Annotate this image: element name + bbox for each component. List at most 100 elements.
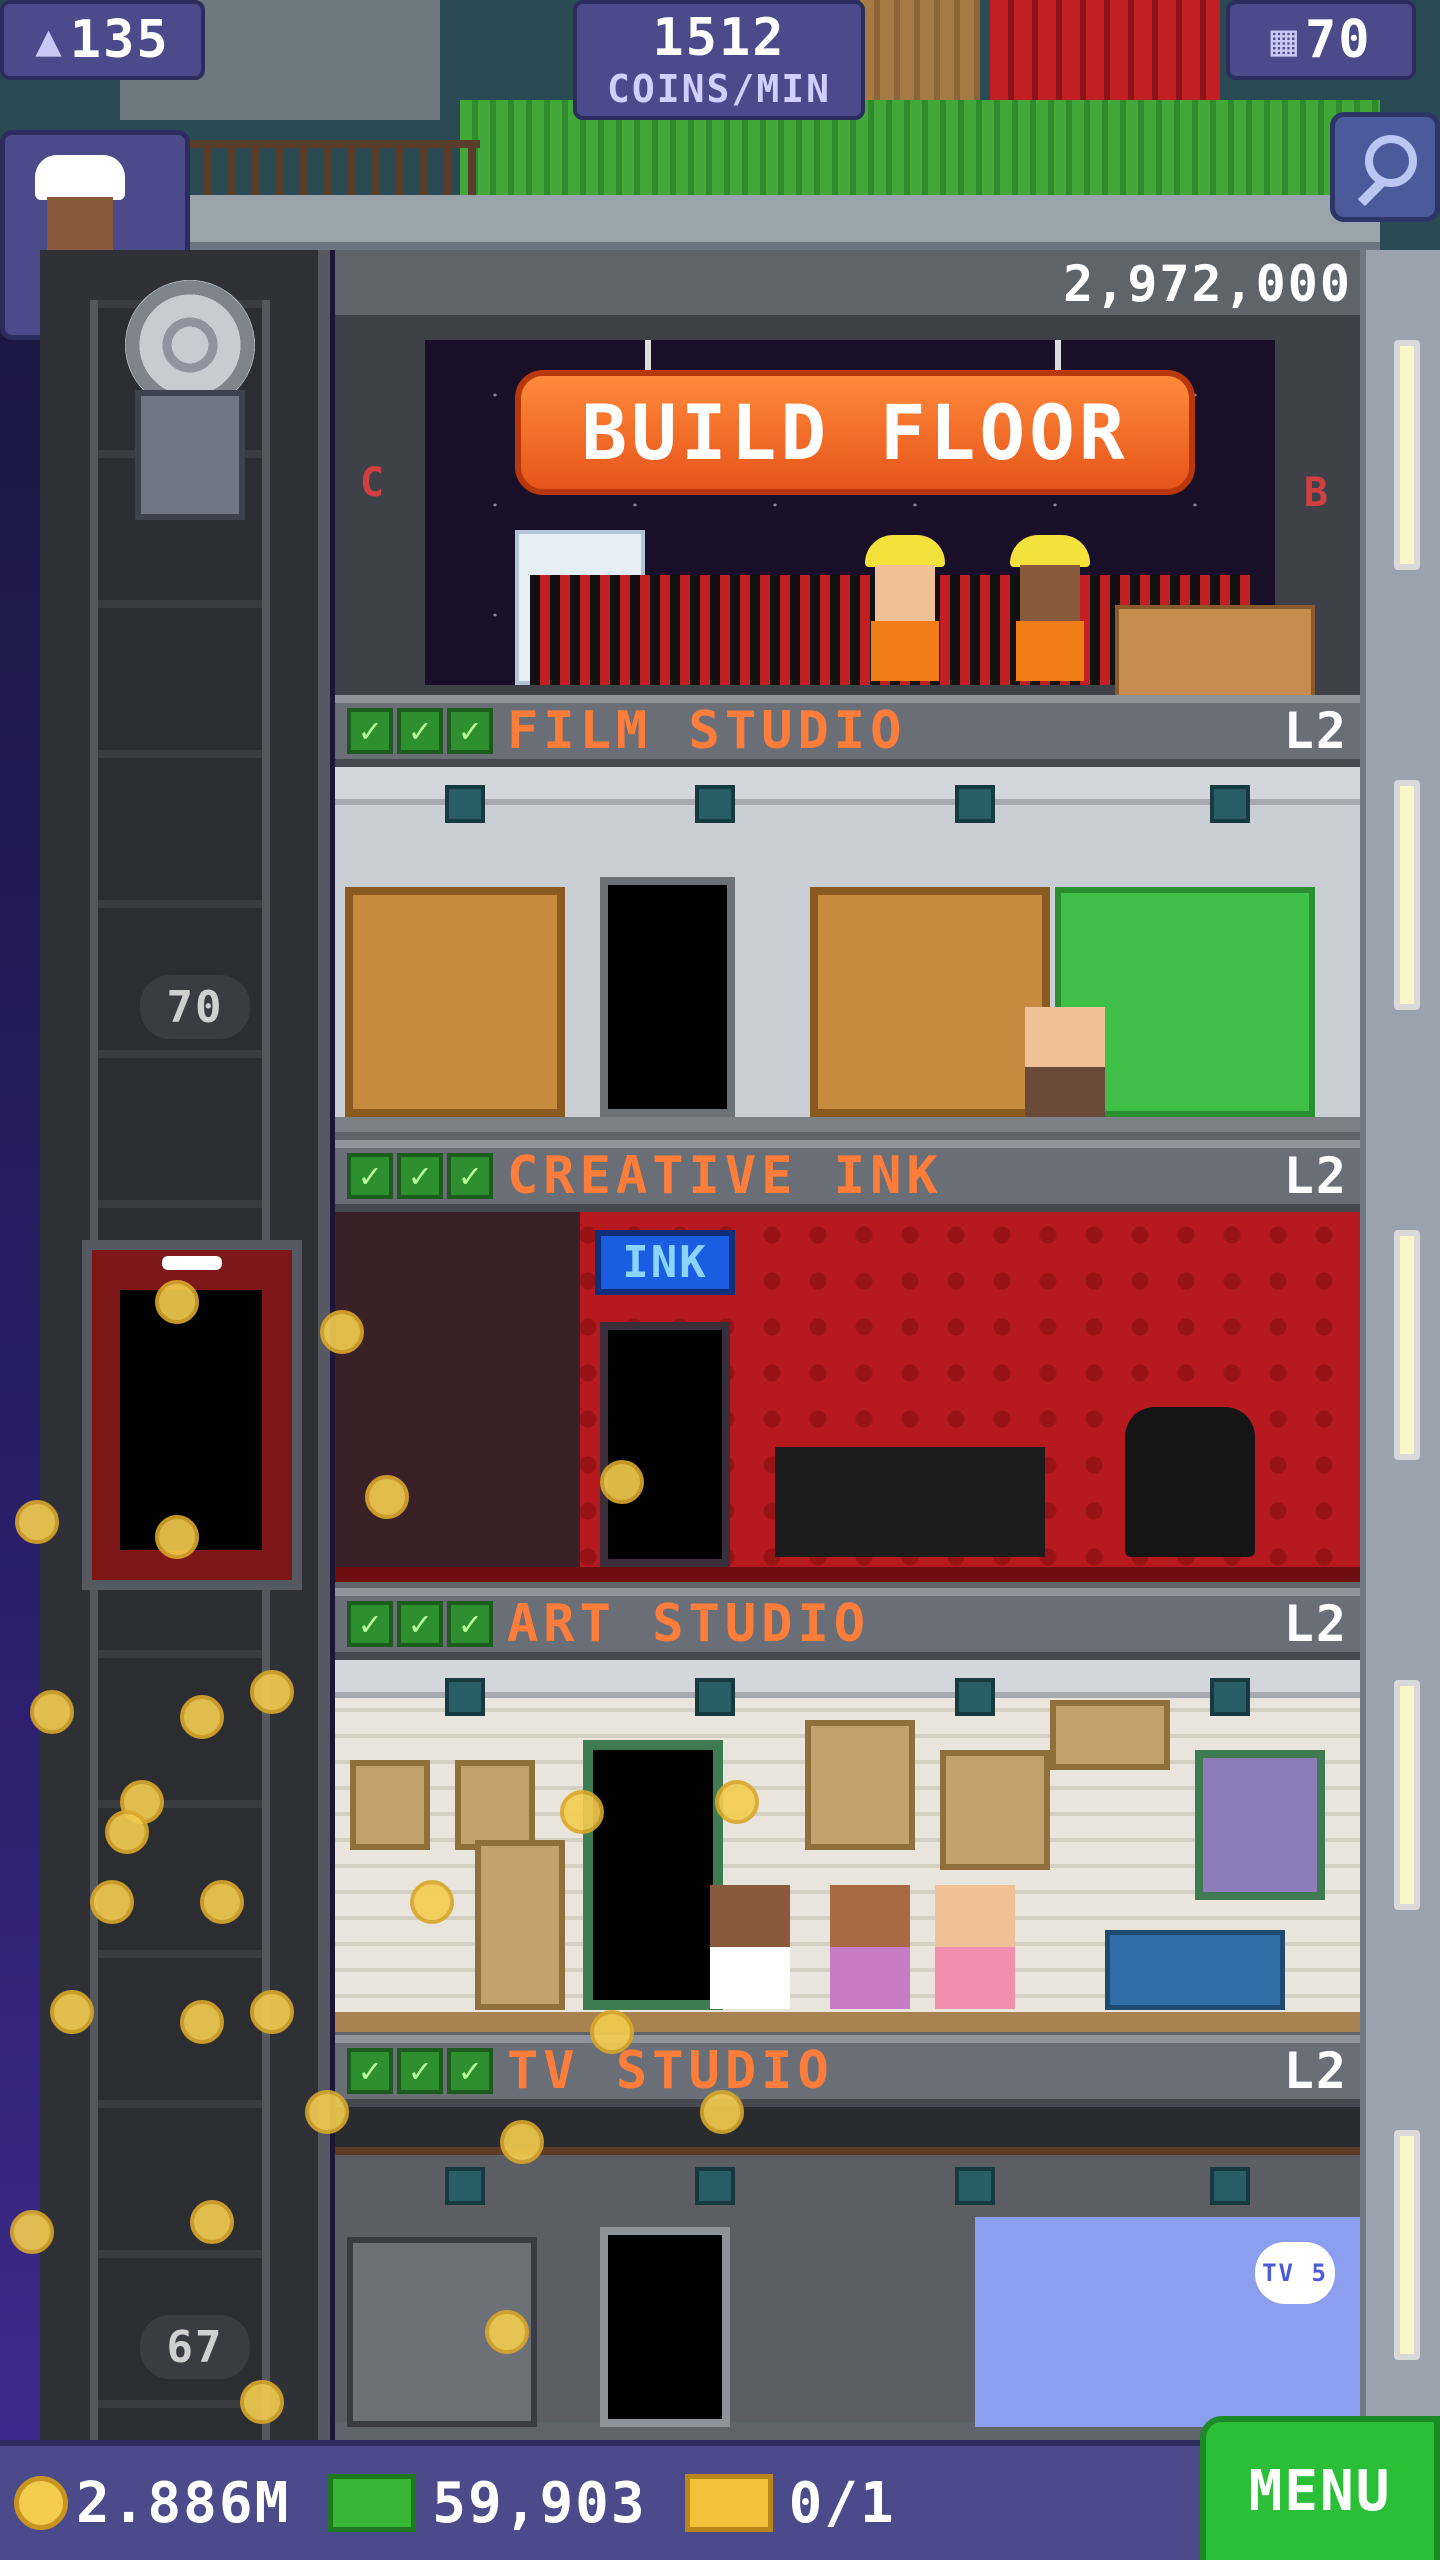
floor-door	[583, 1740, 723, 2010]
menu-button[interactable]: MENU	[1200, 2416, 1440, 2560]
motor-body	[135, 390, 245, 520]
wall-light	[1394, 2130, 1420, 2360]
floor-strip	[335, 1567, 1360, 1582]
bux-value: 59,903	[432, 2470, 647, 2536]
coin-icon	[715, 1780, 759, 1824]
ceiling-lamp	[445, 2167, 485, 2205]
construction-worker	[1010, 535, 1090, 685]
ceiling-lamp	[445, 785, 485, 823]
painting	[1050, 1700, 1170, 1770]
check-icon: ✓	[397, 2048, 443, 2094]
construction-worker	[865, 535, 945, 685]
floor-door	[600, 2227, 730, 2427]
check-icon: ✓	[347, 1153, 393, 1199]
painting	[475, 1840, 565, 2010]
floor-counter[interactable]: ▦ 70	[1226, 0, 1416, 80]
elevator-motor	[95, 280, 285, 580]
storage-cabinet	[810, 887, 1050, 1117]
check-icon: ✓	[447, 708, 493, 754]
ceiling-lamp	[955, 2167, 995, 2205]
ceiling-lamp	[445, 1678, 485, 1716]
ceiling-lamp	[695, 785, 735, 823]
coin-icon	[14, 2476, 68, 2530]
painting	[805, 1720, 915, 1850]
check-icon: ✓	[447, 2048, 493, 2094]
wall-light	[1394, 1680, 1420, 1910]
art-desk	[1105, 1930, 1285, 2010]
coin-icon	[250, 1670, 294, 1714]
bux-balance[interactable]: 59,903	[304, 2471, 646, 2536]
coins-per-min-label: COINS/MIN	[607, 67, 831, 111]
coin-icon	[320, 1310, 364, 1354]
coin-icon	[180, 1695, 224, 1739]
coin-icon	[155, 1515, 199, 1559]
film-studio-room[interactable]	[335, 767, 1360, 1132]
art-studio-room[interactable]	[335, 1660, 1360, 2032]
floor-header[interactable]: ✓ ✓ ✓ TV STUDIO L2	[335, 2035, 1360, 2107]
creative-ink-room[interactable]: INK	[335, 1212, 1360, 1582]
bitizen[interactable]	[1025, 1007, 1105, 1117]
floor-header[interactable]: ✓ ✓ ✓ CREATIVE INK L2	[335, 1140, 1360, 1212]
coin-icon	[50, 1990, 94, 2034]
ink-sign: INK	[595, 1230, 735, 1295]
wall-light	[1394, 1230, 1420, 1460]
ceiling-lamp	[695, 1678, 735, 1716]
coin-icon	[590, 2010, 634, 2054]
floor-strip	[335, 2012, 1360, 2032]
worker-face	[875, 565, 935, 621]
floor-stock-checks: ✓ ✓ ✓	[347, 2048, 493, 2094]
worker-shirt	[871, 621, 939, 681]
population-counter[interactable]: ▲ 135	[0, 0, 205, 80]
chef-hat-icon	[35, 155, 125, 200]
floor-door	[600, 877, 735, 1117]
magnifier-handle	[1357, 177, 1387, 207]
floor-header[interactable]: ✓ ✓ ✓ FILM STUDIO L2	[335, 695, 1360, 767]
bottom-bar: 2.886M 59,903 0/1 MENU	[0, 2416, 1440, 2560]
hard-hat-icon	[865, 535, 945, 567]
search-button[interactable]	[1330, 112, 1440, 222]
ceiling-lamp	[1210, 1678, 1250, 1716]
floor-name: FILM STUDIO	[507, 701, 907, 761]
bitizen[interactable]	[935, 1885, 1015, 2015]
floor-level: L2	[1283, 1595, 1348, 1653]
magnifier-icon	[1365, 135, 1417, 187]
wall-light	[1394, 340, 1420, 570]
coin-icon	[200, 1880, 244, 1924]
check-icon: ✓	[347, 2048, 393, 2094]
floor-header[interactable]: ✓ ✓ ✓ ART STUDIO L2	[335, 1588, 1360, 1660]
build-floor-button[interactable]: BUILD FLOOR	[515, 370, 1195, 495]
bux-icon	[328, 2474, 417, 2532]
bitizen[interactable]	[710, 1885, 790, 2015]
tv-logo: TV 5	[1255, 2242, 1335, 2304]
coin-icon	[485, 2310, 529, 2354]
check-icon: ✓	[397, 1601, 443, 1647]
tv-studio-room[interactable]: TV 5	[335, 2107, 1360, 2427]
coin-icon	[190, 2200, 234, 2244]
coin-icon	[30, 1690, 74, 1734]
coins-value: 2.886M	[76, 2470, 291, 2536]
coin-icon	[105, 1810, 149, 1854]
ceiling-lamp	[1210, 2167, 1250, 2205]
coin-icon	[700, 2090, 744, 2134]
floor-stock-checks: ✓ ✓ ✓	[347, 1153, 493, 1199]
bitizen-body	[830, 1947, 910, 2009]
coin-icon	[600, 1460, 644, 1504]
coin-icon	[250, 1990, 294, 2034]
bitizen[interactable]	[830, 1885, 910, 2015]
floor-stock-checks: ✓ ✓ ✓	[347, 708, 493, 754]
floor-count-value: 70	[1304, 10, 1372, 70]
tattoo-chair	[1125, 1407, 1255, 1557]
ceiling-lamp	[955, 785, 995, 823]
floor-level: L2	[1283, 2042, 1348, 2100]
coin-icon	[180, 2000, 224, 2044]
storage-cabinet	[345, 887, 565, 1117]
check-icon: ✓	[397, 708, 443, 754]
coins-per-min-value: 1512	[652, 8, 786, 68]
tickets-balance[interactable]: 0/1	[661, 2471, 896, 2536]
hard-hat-icon	[1010, 535, 1090, 567]
coins-balance[interactable]: 2.886M	[14, 2471, 290, 2536]
coin-icon	[15, 1500, 59, 1544]
supply-crate	[1115, 605, 1315, 705]
painting	[350, 1760, 430, 1850]
check-icon: ✓	[347, 1601, 393, 1647]
